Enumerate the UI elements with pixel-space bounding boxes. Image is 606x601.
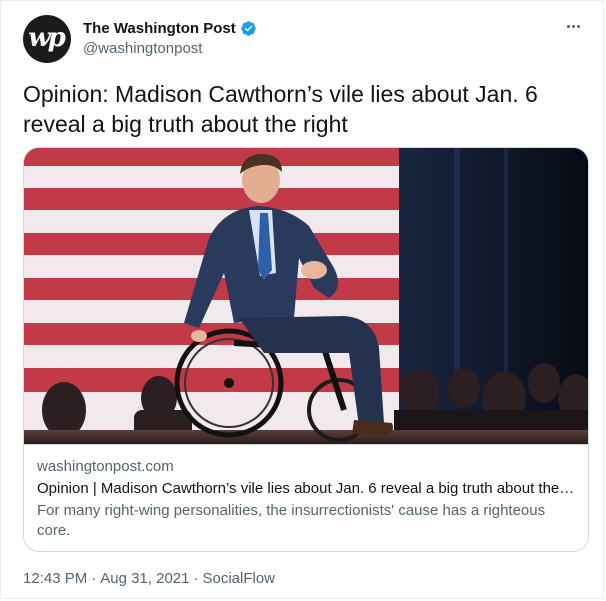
card-domain: washingtonpost.com — [37, 458, 174, 475]
name-row: The Washington Post — [83, 18, 257, 38]
tweet-header: wp The Washington Post @washingtonpost — [23, 15, 585, 65]
card-body[interactable]: washingtonpost.com Opinion | Madison Caw… — [24, 444, 588, 541]
tweet-text: Opinion: Madison Cawthorn’s vile lies ab… — [23, 81, 538, 137]
avatar[interactable]: wp — [23, 15, 71, 63]
account-info[interactable]: The Washington Post @washingtonpost — [83, 18, 257, 57]
meta-separator: · — [193, 570, 199, 587]
display-name[interactable]: The Washington Post — [83, 20, 236, 37]
more-options-button[interactable] — [561, 17, 585, 35]
meta-separator: · — [91, 570, 97, 587]
card-title: Opinion | Madison Cawthorn’s vile lies a… — [37, 480, 577, 497]
tweet-source[interactable]: SocialFlow — [202, 570, 275, 587]
card-image[interactable] — [24, 148, 588, 444]
avatar-logo: wp — [28, 23, 66, 53]
tweet[interactable]: wp The Washington Post @washingtonpost O… — [0, 0, 604, 599]
handle[interactable]: @washingtonpost — [83, 40, 257, 57]
card-photo — [24, 148, 588, 444]
more-horizontal-icon — [566, 24, 580, 28]
tweet-date[interactable]: Aug 31, 2021 — [100, 570, 189, 587]
verified-badge-icon — [240, 20, 257, 37]
tweet-time[interactable]: 12:43 PM — [23, 570, 87, 587]
link-card[interactable]: washingtonpost.com Opinion | Madison Caw… — [23, 147, 589, 552]
card-description: For many right-wing personalities, the i… — [37, 502, 546, 539]
tweet-meta: 12:43 PM · Aug 31, 2021 · SocialFlow — [23, 570, 275, 587]
